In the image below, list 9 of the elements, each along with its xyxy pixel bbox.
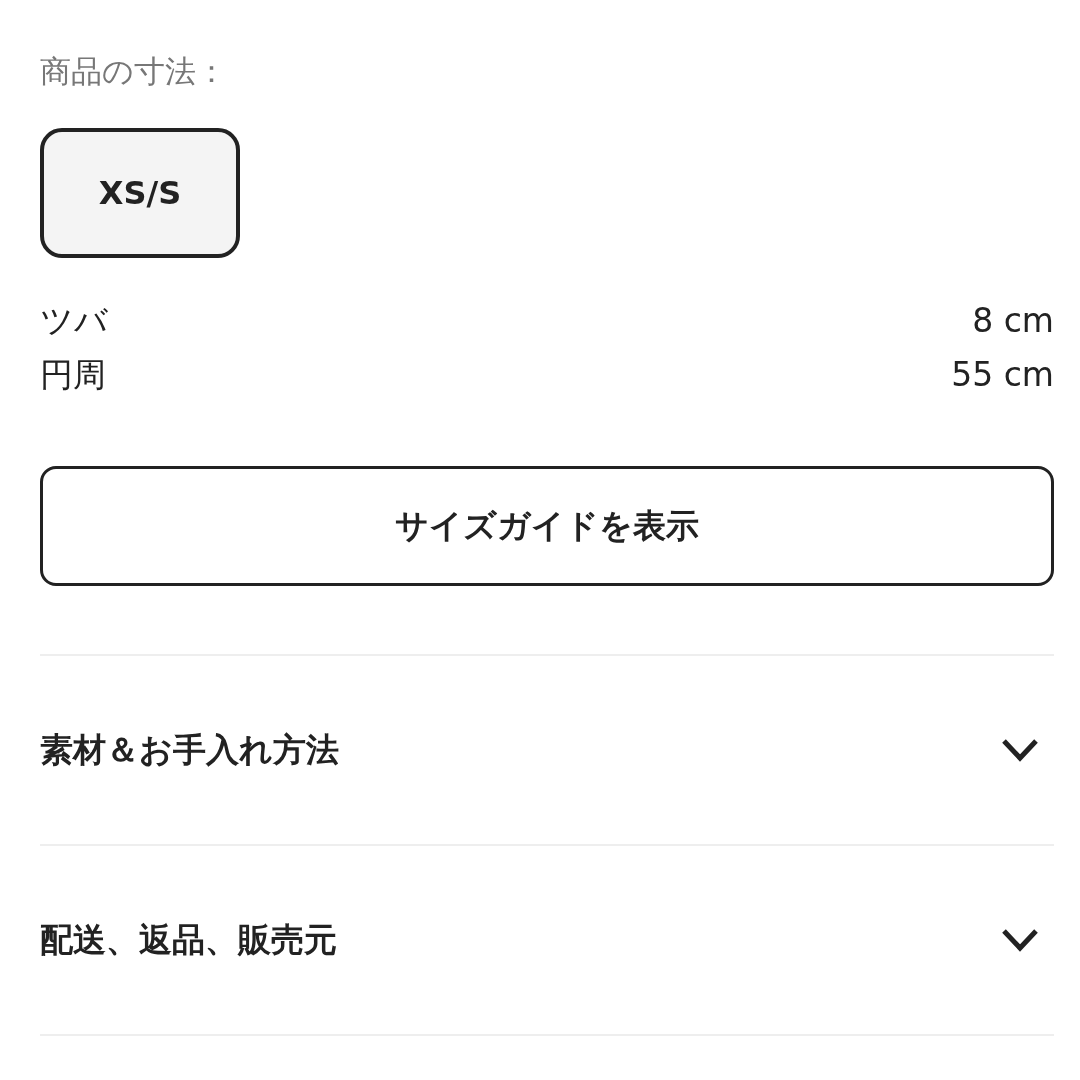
accordion-header[interactable]: 配送、返品、販売元 — [40, 846, 1054, 1034]
size-guide-button[interactable]: サイズガイドを表示 — [40, 466, 1054, 586]
dimension-label: 円周 — [40, 354, 106, 397]
dimension-label: ツバ — [40, 300, 108, 343]
section-title: 商品の寸法： — [40, 52, 227, 91]
accordion-header[interactable]: 素材＆お手入れ方法 — [40, 656, 1054, 844]
size-option[interactable]: XS/S — [40, 128, 240, 258]
dimension-value: 8 cm — [972, 300, 1054, 343]
dimension-value: 55 cm — [951, 354, 1054, 397]
